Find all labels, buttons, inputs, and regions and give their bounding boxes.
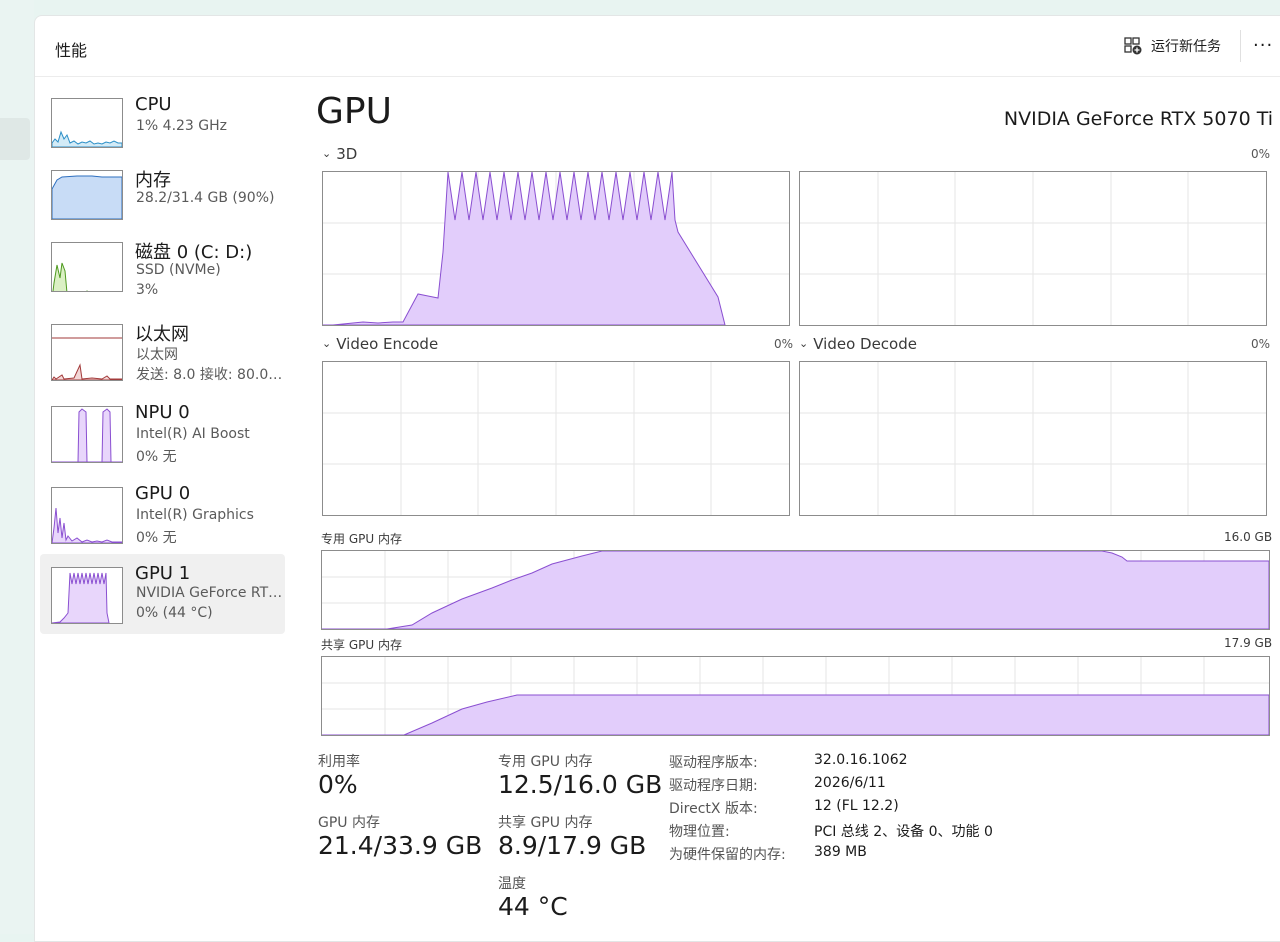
nav-rail <box>0 0 34 934</box>
shared-memory-graph-max: 17.9 GB <box>1224 636 1273 650</box>
reserved-memory-value: 389 MB <box>814 844 867 860</box>
driver-date-key: 驱动程序日期: <box>669 778 758 794</box>
sidebar-disk-usage: 3% <box>136 282 159 298</box>
utilization-label: 利用率 <box>318 754 360 770</box>
run-new-task-button[interactable]: 运行新任务 <box>1123 36 1221 56</box>
utilization-value: 0% <box>318 770 358 799</box>
physical-location-value: PCI 总线 2、设备 0、功能 0 <box>814 824 993 840</box>
nav-rail-selected[interactable] <box>0 118 30 160</box>
cpu-thumbnail <box>51 98 123 148</box>
sidebar-cpu-title: CPU <box>135 94 172 115</box>
ethernet-thumbnail <box>51 324 123 381</box>
run-task-icon <box>1124 37 1142 55</box>
graph-3d-label: 3D <box>336 145 358 163</box>
sidebar-npu-title: NPU 0 <box>135 402 190 423</box>
driver-date-value: 2026/6/11 <box>814 775 886 791</box>
sidebar-disk-type: SSD (NVMe) <box>136 262 221 278</box>
disk-thumbnail <box>51 242 123 292</box>
reserved-memory-key: 为硬件保留的内存: <box>669 847 786 863</box>
npu-thumbnail <box>51 406 123 463</box>
gpu-memory-label: GPU 内存 <box>318 815 380 831</box>
gpu0-thumbnail <box>51 487 123 544</box>
graph-3d-selector[interactable]: ⌄ 3D <box>322 145 357 163</box>
gpu-memory-value: 21.4/33.9 GB <box>318 831 483 860</box>
sidebar-npu-usage: 0% 无 <box>136 449 177 465</box>
memory-thumbnail <box>51 170 123 220</box>
gpu-model: NVIDIA GeForce RTX 5070 Ti <box>1003 108 1273 130</box>
graph-video-encode-selector[interactable]: ⌄ Video Encode <box>322 335 438 353</box>
dedicated-memory-label: 专用 GPU 内存 <box>498 754 593 770</box>
graph-video-encode-percent: 0% <box>774 337 794 351</box>
sidebar-gpu0-usage: 0% 无 <box>136 530 177 546</box>
temperature-label: 温度 <box>498 876 526 892</box>
graph-video-decode-label: Video Decode <box>813 335 917 353</box>
temperature-value: 44 °C <box>498 892 568 921</box>
sidebar-item-gpu1[interactable]: GPU 1 NVIDIA GeForce RTX 5070 Ti 0% (44 … <box>40 554 286 634</box>
run-task-label: 运行新任务 <box>1151 39 1221 55</box>
shared-memory-label: 共享 GPU 内存 <box>498 815 593 831</box>
dedicated-memory-graph-label: 专用 GPU 内存 <box>321 532 402 546</box>
header-divider <box>1240 30 1241 62</box>
graph-3d <box>322 171 790 326</box>
driver-version-key: 驱动程序版本: <box>669 755 758 771</box>
graph-dedicated-memory <box>321 550 1270 630</box>
shared-memory-value: 8.9/17.9 GB <box>498 831 647 860</box>
sidebar-ethernet-throughput: 发送: 8.0 接收: 80.0 Kbps <box>136 367 286 383</box>
graph-video-decode-percent: 0% <box>1251 337 1271 351</box>
chevron-down-icon: ⌄ <box>322 147 332 160</box>
sidebar-gpu0-name: Intel(R) Graphics <box>136 507 254 523</box>
header: 性能 运行新任务 ... <box>35 16 1280 77</box>
sidebar-ethernet-name: 以太网 <box>136 347 178 363</box>
performance-window: 性能 运行新任务 ... CPU 1% 4.23 GHz 内存 28.2/31.… <box>34 15 1280 942</box>
sidebar-npu-name: Intel(R) AI Boost <box>136 426 250 442</box>
dedicated-memory-graph-max: 16.0 GB <box>1224 530 1273 544</box>
graph-video-encode-label: Video Encode <box>336 335 439 353</box>
sidebar-item-ethernet[interactable]: 以太网 以太网 发送: 8.0 接收: 80.0 Kbps <box>40 324 286 404</box>
page-title: 性能 <box>55 41 88 60</box>
sidebar-gpu0-title: GPU 0 <box>135 483 191 504</box>
gpu-title: GPU <box>316 91 392 132</box>
driver-version-value: 32.0.16.1062 <box>814 752 908 768</box>
directx-version-value: 12 (FL 12.2) <box>814 798 899 814</box>
graph-copy-percent: 0% <box>1251 147 1271 161</box>
graph-video-encode <box>322 361 790 516</box>
sidebar-gpu1-title: GPU 1 <box>135 563 191 584</box>
sidebar-memory-title: 内存 <box>135 170 171 191</box>
physical-location-key: 物理位置: <box>669 824 730 840</box>
sidebar-disk-title: 磁盘 0 (C: D:) <box>135 242 253 263</box>
sidebar-item-disk[interactable]: 磁盘 0 (C: D:) SSD (NVMe) 3% <box>40 242 285 322</box>
sidebar-memory-usage: 28.2/31.4 GB (90%) <box>136 190 275 206</box>
chevron-down-icon: ⌄ <box>322 337 332 350</box>
gpu1-thumbnail <box>51 567 123 624</box>
graph-copy <box>799 171 1267 326</box>
sidebar-ethernet-title: 以太网 <box>135 324 189 345</box>
shared-memory-graph-label: 共享 GPU 内存 <box>321 638 402 652</box>
graph-video-decode <box>799 361 1267 516</box>
sidebar-gpu1-usage: 0% (44 °C) <box>136 605 213 621</box>
chevron-down-icon: ⌄ <box>799 337 809 350</box>
sidebar-gpu1-name: NVIDIA GeForce RTX 5070 Ti <box>136 585 286 601</box>
graph-shared-memory <box>321 656 1270 736</box>
sidebar-item-npu[interactable]: NPU 0 Intel(R) AI Boost 0% 无 <box>40 402 285 486</box>
graph-video-decode-selector[interactable]: ⌄ Video Decode <box>799 335 917 353</box>
more-options-button[interactable]: ... <box>1253 30 1273 51</box>
sidebar-cpu-usage: 1% 4.23 GHz <box>136 118 228 134</box>
directx-version-key: DirectX 版本: <box>669 801 758 817</box>
dedicated-memory-value: 12.5/16.0 GB <box>498 770 663 799</box>
